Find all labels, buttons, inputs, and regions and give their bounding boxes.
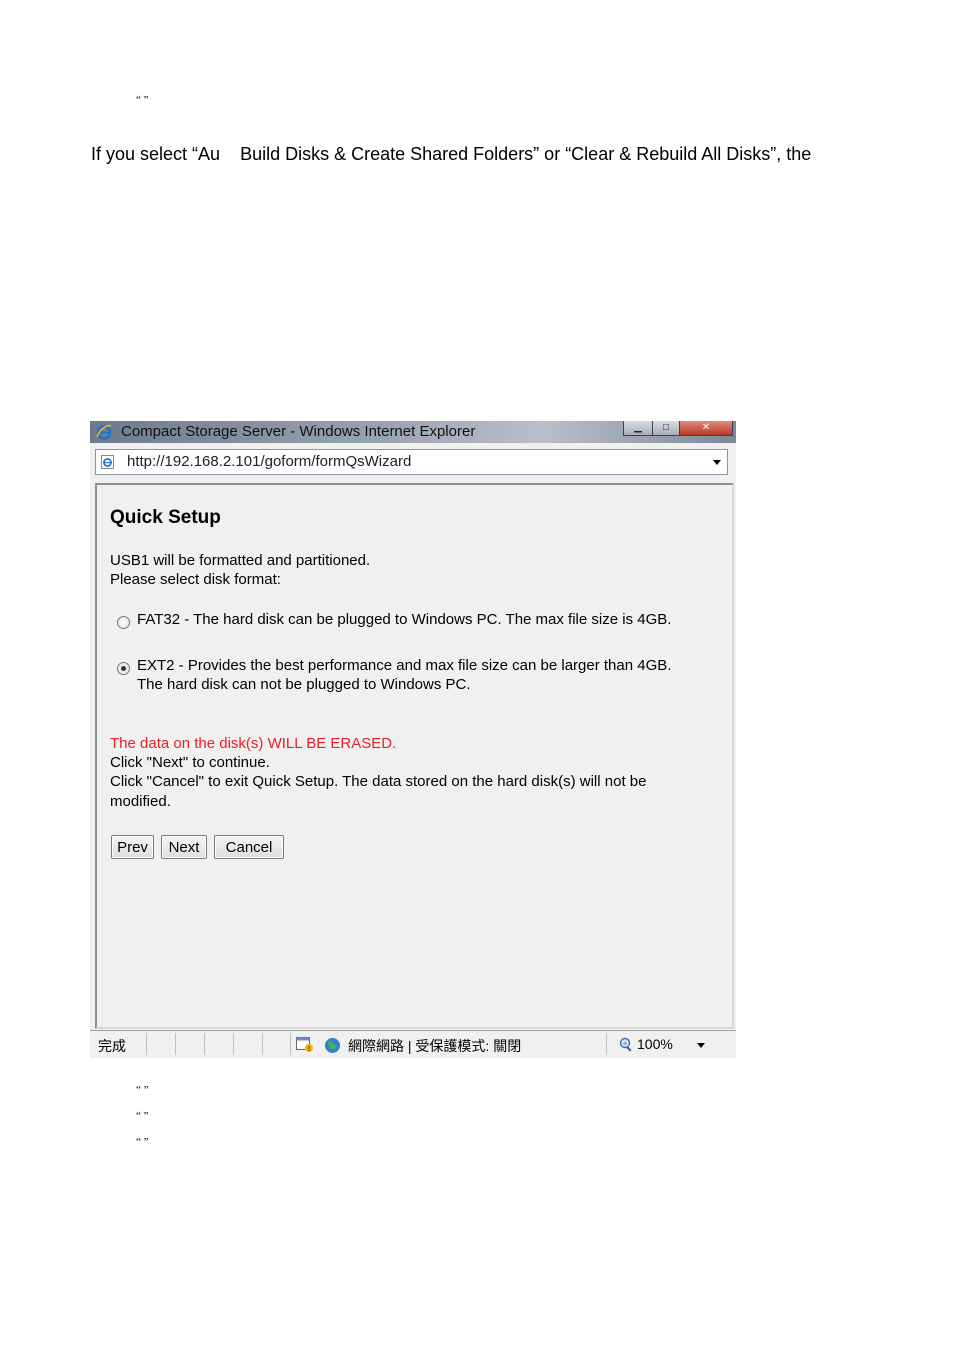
ext2-label: EXT2 - Provides the best performance and…: [137, 657, 672, 674]
svg-text:!: !: [308, 1045, 311, 1053]
select-prompt: Please select disk format:: [110, 571, 281, 588]
browser-window: Compact Storage Server - Windows Interne…: [90, 421, 736, 1058]
fat32-label: FAT32 - The hard disk can be plugged to …: [137, 611, 672, 628]
page-title: Quick Setup: [110, 507, 221, 528]
minimize-button[interactable]: ▁: [623, 421, 653, 436]
top-quote: “ ”: [136, 94, 149, 106]
status-bar: 完成 ! 網際網路 | 受保護模式: 關閉 + 100%: [90, 1030, 736, 1058]
erase-warning: The data on the disk(s) WILL BE ERASED.: [110, 735, 397, 752]
page-content: Quick Setup USB1 will be formatted and p…: [95, 483, 734, 1029]
zoom-level[interactable]: 100%: [637, 1036, 673, 1052]
maximize-icon: □: [662, 422, 670, 433]
next-button[interactable]: Next: [161, 835, 207, 859]
fat32-radio[interactable]: [117, 616, 130, 629]
format-notice: USB1 will be formatted and partitioned.: [110, 552, 371, 569]
prev-button[interactable]: Prev: [111, 835, 154, 859]
minimize-icon: ▁: [634, 422, 642, 433]
title-bar[interactable]: Compact Storage Server - Windows Interne…: [90, 421, 736, 443]
close-icon: ✕: [701, 422, 711, 433]
cancel-hint: Click "Cancel" to exit Quick Setup. The …: [110, 773, 647, 790]
address-bar[interactable]: http://192.168.2.101/goform/formQsWizard: [95, 449, 728, 475]
chevron-down-icon[interactable]: [713, 460, 721, 465]
bottom-quote-2: “ ”: [136, 1110, 149, 1122]
window-title: Compact Storage Server - Windows Interne…: [121, 423, 476, 440]
cancel-button[interactable]: Cancel: [214, 835, 284, 859]
globe-icon: [325, 1038, 340, 1053]
maximize-button[interactable]: □: [652, 421, 680, 436]
security-zone-text: 網際網路 | 受保護模式: 關閉: [348, 1038, 522, 1054]
status-text: 完成: [98, 1038, 126, 1054]
next-hint: Click "Next" to continue.: [110, 754, 270, 771]
url-text: http://192.168.2.101/goform/formQsWizard: [127, 453, 412, 470]
bottom-quote-3: “ ”: [136, 1136, 149, 1148]
svg-text:+: +: [622, 1040, 628, 1048]
ext2-radio[interactable]: [117, 662, 130, 675]
cancel-hint-line2: modified.: [110, 793, 171, 810]
ie-logo-icon: [96, 424, 112, 440]
zoom-icon: +: [619, 1037, 632, 1052]
popup-blocker-icon[interactable]: !: [296, 1037, 314, 1053]
ie-page-icon: [101, 455, 114, 469]
close-button[interactable]: ✕: [679, 421, 733, 436]
chevron-down-icon[interactable]: [697, 1043, 705, 1048]
intro-text: If you select “Au Build Disks & Create S…: [91, 144, 812, 164]
bottom-quote-1: “ ”: [136, 1084, 149, 1096]
ext2-label-line2: The hard disk can not be plugged to Wind…: [137, 676, 471, 693]
